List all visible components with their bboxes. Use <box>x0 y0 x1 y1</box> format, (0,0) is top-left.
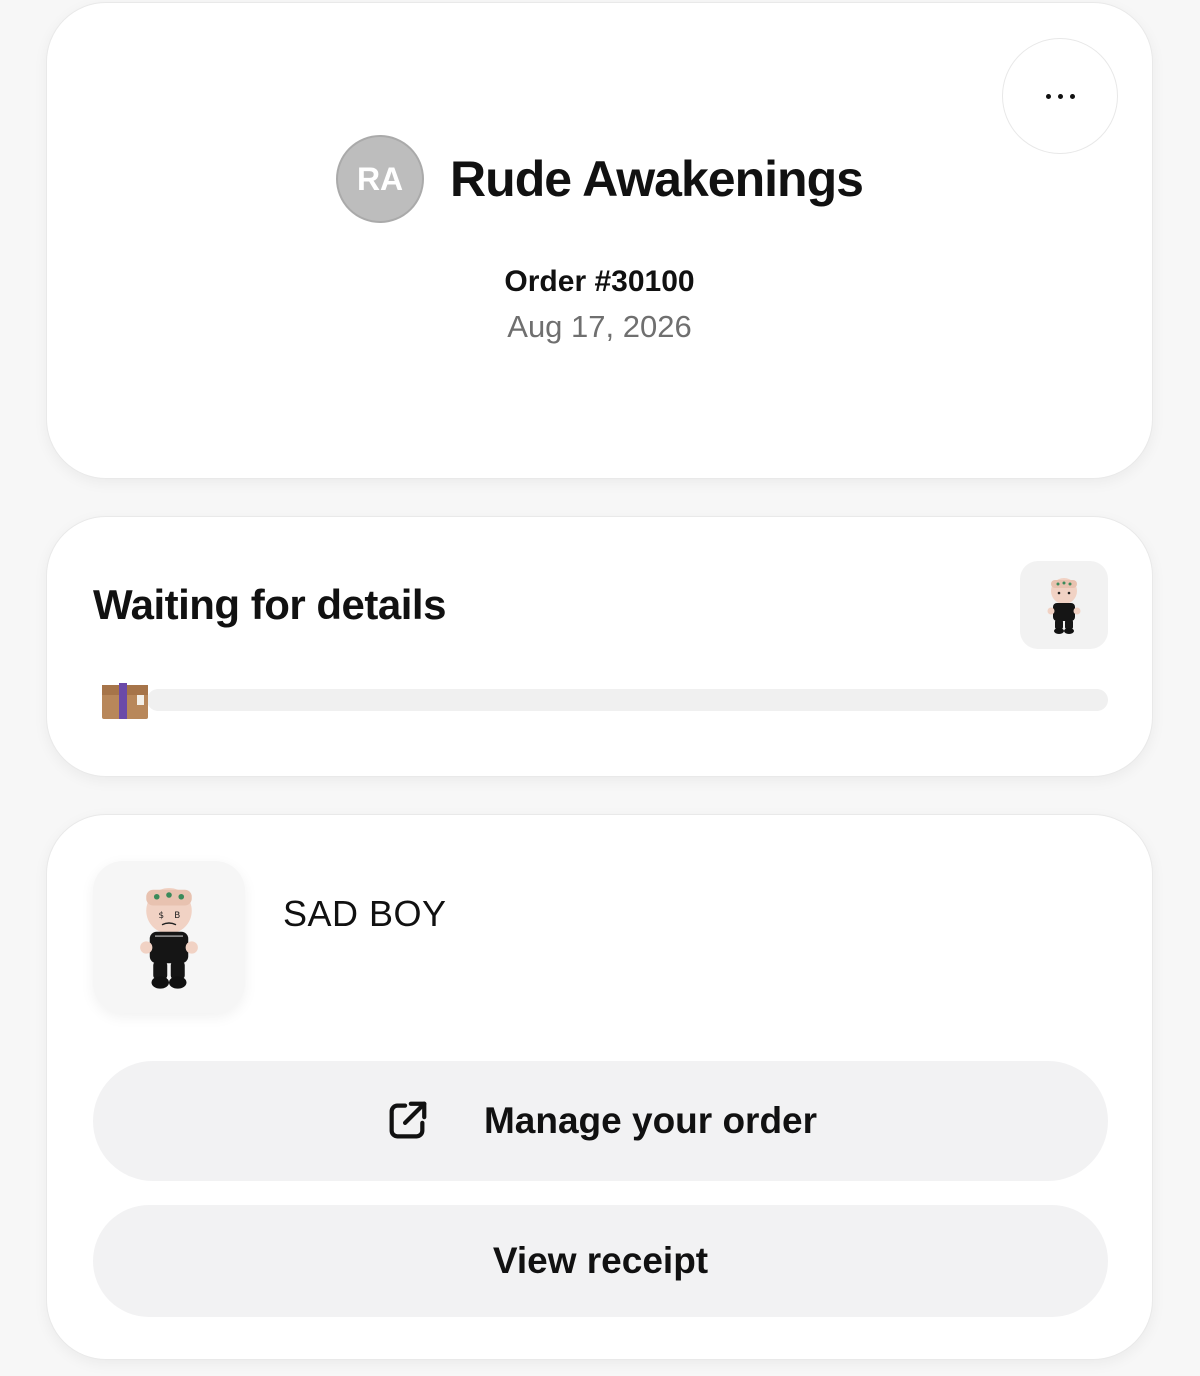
svg-text:B: B <box>174 911 180 921</box>
product-thumbnail[interactable]: $ B <box>93 861 245 1013</box>
manage-order-button[interactable]: Manage your order <box>93 1061 1108 1181</box>
package-box-icon <box>102 683 148 719</box>
manage-order-label: Manage your order <box>483 1100 818 1141</box>
view-receipt-button[interactable]: View receipt <box>93 1205 1108 1317</box>
plush-doll-image: $ B <box>140 888 198 989</box>
plush-doll-image <box>1047 578 1081 634</box>
status-product-thumbnail <box>1020 561 1108 649</box>
shipment-progress-bar <box>147 689 1108 711</box>
order-items-card: $ B SAD BOY Manage your order View recei… <box>46 814 1153 1360</box>
order-status-card: Waiting for details <box>46 516 1153 777</box>
svg-text:$: $ <box>159 911 165 921</box>
store-row: RA Rude Awakenings <box>47 135 1152 223</box>
order-date: Aug 17, 2026 <box>507 309 692 344</box>
order-number: Order #30100 <box>504 265 695 298</box>
store-name: Rude Awakenings <box>450 151 864 207</box>
product-name[interactable]: SAD BOY <box>283 893 447 935</box>
store-header-card: RA Rude Awakenings Order #30100 Aug 17, … <box>46 2 1153 479</box>
ellipsis-icon <box>1045 93 1075 99</box>
view-receipt-label: View receipt <box>492 1240 709 1281</box>
status-title: Waiting for details <box>93 581 446 628</box>
store-avatar: RA <box>336 135 425 223</box>
external-link-icon <box>389 1101 427 1139</box>
